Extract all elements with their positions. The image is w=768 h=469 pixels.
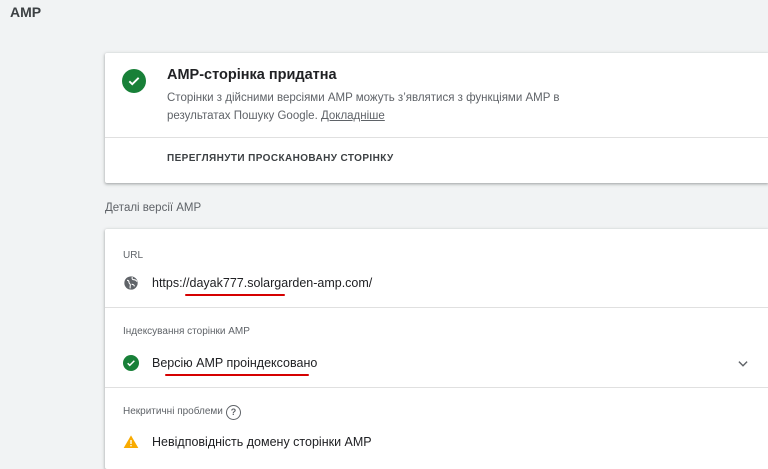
amp-details-heading: Деталі версії AMP bbox=[105, 202, 202, 214]
divider bbox=[105, 307, 768, 308]
status-title: AMP-сторінка придатна bbox=[167, 67, 337, 83]
annotation-underline bbox=[185, 294, 285, 296]
warning-value: Невідповідність домену сторінки AMP bbox=[152, 435, 372, 449]
chevron-down-icon[interactable] bbox=[736, 357, 750, 371]
divider bbox=[105, 387, 768, 388]
indexing-value: Версію AMP проіндексовано bbox=[152, 356, 318, 370]
status-description: Сторінки з дійсними версіями AMP можуть … bbox=[167, 89, 587, 125]
learn-more-link[interactable]: Докладніше bbox=[321, 110, 385, 122]
help-icon[interactable]: ? bbox=[226, 405, 241, 420]
warning-icon bbox=[123, 435, 139, 448]
url-value: https://dayak777.solargarden-amp.com/ bbox=[152, 276, 373, 290]
url-label: URL bbox=[123, 250, 144, 261]
check-circle-icon bbox=[122, 69, 146, 93]
amp-status-card: AMP-сторінка придатна Сторінки з дійсним… bbox=[105, 53, 768, 183]
indexing-label: Індексування сторінки AMP bbox=[123, 326, 250, 337]
page-title: AMP bbox=[10, 4, 42, 20]
amp-details-card: URL https://dayak777.solargarden-amp.com… bbox=[105, 229, 768, 469]
check-circle-icon bbox=[123, 355, 139, 371]
globe-icon bbox=[124, 276, 138, 290]
divider bbox=[105, 137, 768, 138]
annotation-underline bbox=[165, 374, 309, 376]
noncritical-issues-label: Некритичні проблеми bbox=[123, 406, 223, 417]
view-crawled-page-button[interactable]: ПЕРЕГЛЯНУТИ ПРОСКАНОВАНУ СТОРІНКУ bbox=[167, 153, 394, 164]
